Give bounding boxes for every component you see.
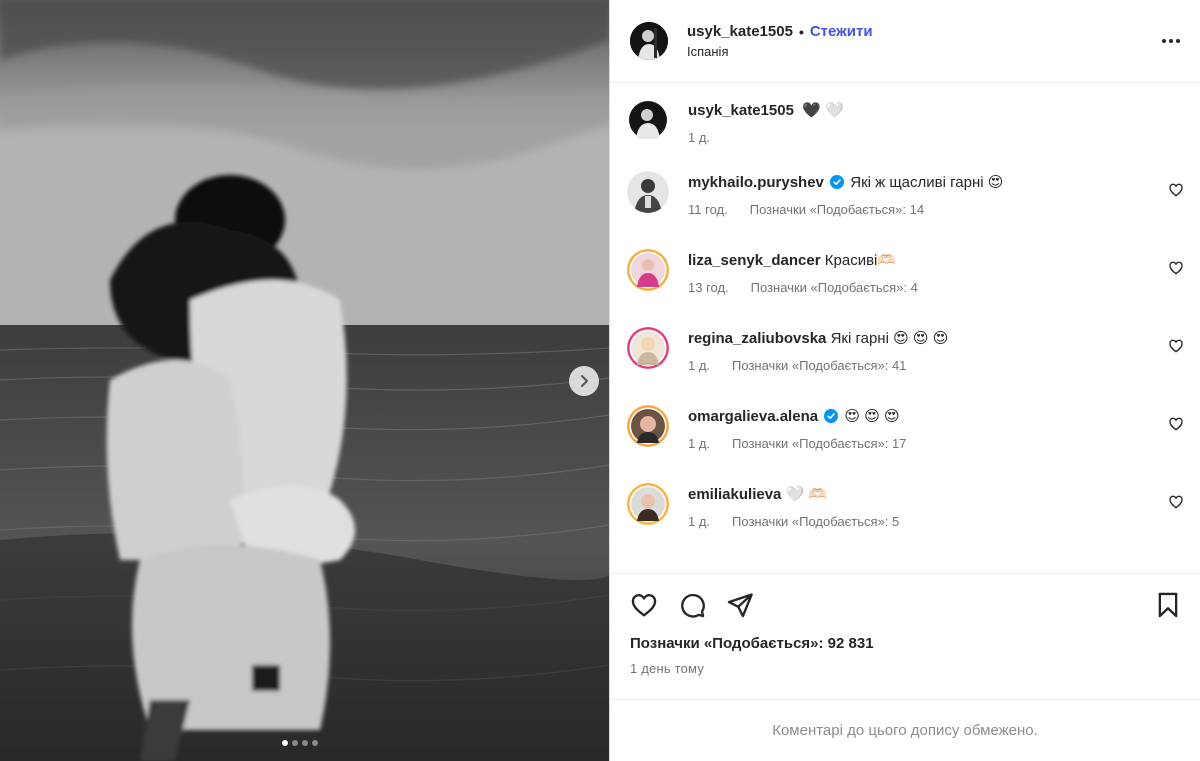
commenter-avatar[interactable]	[627, 483, 669, 525]
comment-item: emiliakulieva 🤍 🫶🏻 1 д. Позначки «Подоба…	[627, 483, 1184, 563]
comment-time[interactable]: 1 д.	[688, 514, 710, 529]
post-actions-bar	[610, 573, 1200, 635]
comment-item: liza_senyk_dancer Красиві🫶🏻 13 год. Позн…	[627, 249, 1184, 329]
avatar-image	[627, 99, 669, 141]
chevron-right-icon	[581, 375, 588, 387]
more-options-button[interactable]	[1158, 33, 1184, 49]
like-comment-heart-icon[interactable]	[1168, 416, 1184, 432]
comments-list[interactable]: usyk_kate1505 🖤 🤍 1 д. mykhailo.puryshev…	[610, 83, 1200, 573]
carousel-dot	[282, 740, 288, 746]
post-header: usyk_kate1505 • Стежити Іспанія	[610, 0, 1200, 83]
comment-bubble-icon[interactable]	[678, 591, 706, 619]
post-side-panel: usyk_kate1505 • Стежити Іспанія usyk_kat…	[610, 0, 1200, 761]
post-likes-count[interactable]: Позначки «Подобається»: 92 831	[610, 635, 1200, 655]
comment-likes[interactable]: Позначки «Подобається»: 14	[750, 202, 924, 217]
comment-username[interactable]: emiliakulieva	[688, 486, 781, 503]
comment-item: omargalieva.alena 😍 😍 😍 1 д. Позначки «П…	[627, 405, 1184, 485]
post-modal: usyk_kate1505 • Стежити Іспанія usyk_kat…	[0, 0, 1200, 761]
more-icon	[1162, 39, 1166, 43]
caption-text: 🖤 🤍	[802, 102, 844, 119]
caption-time[interactable]: 1 д.	[688, 130, 710, 145]
commenter-avatar[interactable]	[627, 405, 669, 447]
commenter-avatar[interactable]	[627, 171, 669, 213]
like-comment-heart-icon[interactable]	[1168, 494, 1184, 510]
comment-item: regina_zaliubovska Які гарні 😍 😍 😍 1 д. …	[627, 327, 1184, 407]
comment-text: 😍 😍 😍	[844, 408, 900, 425]
caption-avatar[interactable]	[627, 99, 669, 141]
comment-text: 🤍 🫶🏻	[785, 486, 828, 503]
avatar-image	[630, 22, 668, 60]
like-comment-heart-icon[interactable]	[1168, 260, 1184, 276]
save-bookmark-icon[interactable]	[1154, 591, 1182, 619]
comment-username[interactable]: regina_zaliubovska	[688, 330, 826, 347]
post-location[interactable]: Іспанія	[687, 44, 873, 59]
comment-likes[interactable]: Позначки «Подобається»: 5	[732, 514, 899, 529]
author-avatar[interactable]	[630, 22, 668, 60]
carousel-dot	[302, 740, 308, 746]
like-comment-heart-icon[interactable]	[1168, 182, 1184, 198]
photo-scene	[0, 0, 609, 761]
comment-likes[interactable]: Позначки «Подобається»: 41	[732, 358, 906, 373]
follow-button[interactable]: Стежити	[810, 23, 873, 40]
author-username[interactable]: usyk_kate1505	[687, 23, 793, 40]
comment-time[interactable]: 13 год.	[688, 280, 729, 295]
like-heart-icon[interactable]	[630, 591, 658, 619]
commenter-avatar[interactable]	[627, 249, 669, 291]
comment-item: mykhailo.puryshev Які ж щасливі гарні 😍 …	[627, 171, 1184, 251]
comment-time[interactable]: 1 д.	[688, 358, 710, 373]
comment-likes[interactable]: Позначки «Подобається»: 4	[751, 280, 918, 295]
avatar-image	[627, 405, 669, 447]
comment-username[interactable]: omargalieva.alena	[688, 408, 818, 425]
comment-time[interactable]: 1 д.	[688, 436, 710, 451]
comment-time[interactable]: 11 год.	[688, 202, 728, 217]
commenter-avatar[interactable]	[627, 327, 669, 369]
avatar-image	[627, 249, 669, 291]
comment-text: Які гарні 😍 😍 😍	[830, 330, 949, 347]
share-paper-plane-icon[interactable]	[726, 591, 754, 619]
comment-username[interactable]: liza_senyk_dancer	[688, 252, 821, 269]
verified-badge-icon	[830, 175, 845, 189]
comments-limited-notice: Коментарі до цього допису обмежено.	[610, 699, 1200, 761]
post-photo[interactable]	[0, 0, 610, 761]
verified-badge-icon	[824, 409, 839, 423]
caption: usyk_kate1505 🖤 🤍 1 д.	[627, 99, 1184, 173]
post-timestamp[interactable]: 1 день тому	[610, 661, 1200, 681]
avatar-image	[627, 171, 669, 213]
carousel-dot	[312, 740, 318, 746]
next-slide-button[interactable]	[569, 366, 599, 396]
comment-username[interactable]: mykhailo.puryshev	[688, 174, 824, 191]
comment-likes[interactable]: Позначки «Подобається»: 17	[732, 436, 906, 451]
comment-text: Які ж щасливі гарні 😍	[850, 174, 1004, 191]
avatar-image	[627, 327, 669, 369]
comment-text: Красиві🫶🏻	[824, 252, 897, 269]
caption-username[interactable]: usyk_kate1505	[688, 102, 794, 119]
separator-dot: •	[798, 23, 804, 40]
avatar-image	[627, 483, 669, 525]
like-comment-heart-icon[interactable]	[1168, 338, 1184, 354]
carousel-dot	[292, 740, 298, 746]
carousel-indicator	[282, 740, 318, 746]
